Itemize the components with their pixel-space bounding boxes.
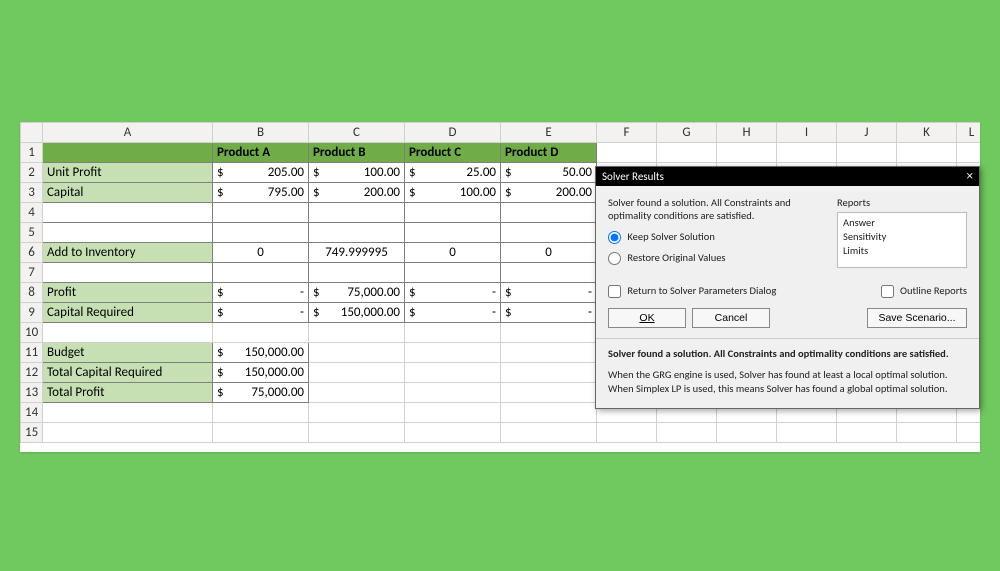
cell-A3[interactable]: Capital xyxy=(43,183,213,203)
col-header-K[interactable]: K xyxy=(897,123,957,143)
row-header-2[interactable]: 2 xyxy=(21,163,43,183)
cell-C1[interactable]: Product B xyxy=(309,143,405,163)
cell-B11[interactable]: $150,000.00 xyxy=(213,343,309,363)
col-header-F[interactable]: F xyxy=(597,123,657,143)
col-header-J[interactable]: J xyxy=(837,123,897,143)
radio-keep-solution[interactable]: Keep Solver Solution xyxy=(608,230,827,244)
col-header-G[interactable]: G xyxy=(657,123,717,143)
cell-B1[interactable]: Product A xyxy=(213,143,309,163)
cancel-button[interactable]: Cancel xyxy=(692,308,770,328)
cell-H1[interactable] xyxy=(717,143,777,163)
col-header-B[interactable]: B xyxy=(213,123,309,143)
cell-E3[interactable]: $200.00 xyxy=(501,183,597,203)
col-header-I[interactable]: I xyxy=(777,123,837,143)
cell-B6[interactable]: 0 xyxy=(213,243,309,263)
check-return-parameters[interactable]: Return to Solver Parameters Dialog xyxy=(608,284,776,298)
cell-C3[interactable]: $200.00 xyxy=(309,183,405,203)
radio-restore-original[interactable]: Restore Original Values xyxy=(608,251,827,265)
close-icon[interactable]: × xyxy=(967,170,973,183)
dialog-titlebar[interactable]: Solver Results × xyxy=(596,167,979,186)
cell-E1[interactable]: Product D xyxy=(501,143,597,163)
col-header-A[interactable]: A xyxy=(43,123,213,143)
cell-B3[interactable]: $795.00 xyxy=(213,183,309,203)
report-option-sensitivity[interactable]: Sensitivity xyxy=(843,230,961,244)
row-header-15[interactable]: 15 xyxy=(21,423,43,443)
row-header-5[interactable]: 5 xyxy=(21,223,43,243)
cell-E2[interactable]: $50.00 xyxy=(501,163,597,183)
cell-A12[interactable]: Total Capital Required xyxy=(43,363,213,383)
cell-D8[interactable]: $- xyxy=(405,283,501,303)
cell-C8[interactable]: $75,000.00 xyxy=(309,283,405,303)
row-header-10[interactable]: 10 xyxy=(21,323,43,343)
cell-L1[interactable] xyxy=(957,143,981,163)
cell-B2[interactable]: $205.00 xyxy=(213,163,309,183)
row-header-7[interactable]: 7 xyxy=(21,263,43,283)
col-header-D[interactable]: D xyxy=(405,123,501,143)
row-header-14[interactable]: 14 xyxy=(21,403,43,423)
col-header-E[interactable]: E xyxy=(501,123,597,143)
row-header-6[interactable]: 6 xyxy=(21,243,43,263)
row-1[interactable]: 1 Product A Product B Product C Product … xyxy=(21,143,981,163)
row-header-13[interactable]: 13 xyxy=(21,383,43,403)
cell-C9[interactable]: $150,000.00 xyxy=(309,303,405,323)
row-header-3[interactable]: 3 xyxy=(21,183,43,203)
reports-label: Reports xyxy=(837,196,967,209)
row-header-9[interactable]: 9 xyxy=(21,303,43,323)
cell-D6[interactable]: 0 xyxy=(405,243,501,263)
cell-A9[interactable]: Capital Required xyxy=(43,303,213,323)
cell-G1[interactable] xyxy=(657,143,717,163)
cell-F1[interactable] xyxy=(597,143,657,163)
cell-C6[interactable]: 749.999995 xyxy=(309,243,405,263)
cell-D3[interactable]: $100.00 xyxy=(405,183,501,203)
dialog-message: Solver found a solution. All Constraints… xyxy=(608,196,827,222)
cell-E6[interactable]: 0 xyxy=(501,243,597,263)
row-header-1[interactable]: 1 xyxy=(21,143,43,163)
dialog-footer-bold: Solver found a solution. All Constraints… xyxy=(608,339,967,360)
cell-D1[interactable]: Product C xyxy=(405,143,501,163)
row-header-4[interactable]: 4 xyxy=(21,203,43,223)
row-header-11[interactable]: 11 xyxy=(21,343,43,363)
col-header-H[interactable]: H xyxy=(717,123,777,143)
row-header-8[interactable]: 8 xyxy=(21,283,43,303)
save-scenario-button[interactable]: Save Scenario... xyxy=(867,308,967,328)
cell-B13[interactable]: $75,000.00 xyxy=(213,383,309,403)
cell-B12[interactable]: $150,000.00 xyxy=(213,363,309,383)
cell-D9[interactable]: $- xyxy=(405,303,501,323)
report-option-answer[interactable]: Answer xyxy=(843,216,961,230)
cell-J1[interactable] xyxy=(837,143,897,163)
cell-I1[interactable] xyxy=(777,143,837,163)
check-outline-reports[interactable]: Outline Reports xyxy=(881,284,967,298)
cell-A11[interactable]: Budget xyxy=(43,343,213,363)
reports-listbox[interactable]: Answer Sensitivity Limits xyxy=(837,212,967,268)
ok-button[interactable]: OK xyxy=(608,308,686,328)
cell-A8[interactable]: Profit xyxy=(43,283,213,303)
cell-A2[interactable]: Unit Profit xyxy=(43,163,213,183)
dialog-title: Solver Results xyxy=(602,170,664,183)
cell-A1[interactable] xyxy=(43,143,213,163)
cell-D2[interactable]: $25.00 xyxy=(405,163,501,183)
cell-B9[interactable]: $- xyxy=(213,303,309,323)
report-option-limits[interactable]: Limits xyxy=(843,244,961,258)
cell-B8[interactable]: $- xyxy=(213,283,309,303)
dialog-footer-detail: When the GRG engine is used, Solver has … xyxy=(608,368,967,395)
cell-C2[interactable]: $100.00 xyxy=(309,163,405,183)
col-header-L[interactable]: L xyxy=(957,123,981,143)
cell-E9[interactable]: $- xyxy=(501,303,597,323)
row-15[interactable]: 15 xyxy=(21,423,981,443)
cell-A6[interactable]: Add to Inventory xyxy=(43,243,213,263)
cell-A13[interactable]: Total Profit xyxy=(43,383,213,403)
row-header-12[interactable]: 12 xyxy=(21,363,43,383)
col-header-C[interactable]: C xyxy=(309,123,405,143)
select-all-corner[interactable] xyxy=(21,123,43,143)
solver-results-dialog[interactable]: Solver Results × Solver found a solution… xyxy=(595,166,980,409)
cell-E8[interactable]: $- xyxy=(501,283,597,303)
cell-K1[interactable] xyxy=(897,143,957,163)
